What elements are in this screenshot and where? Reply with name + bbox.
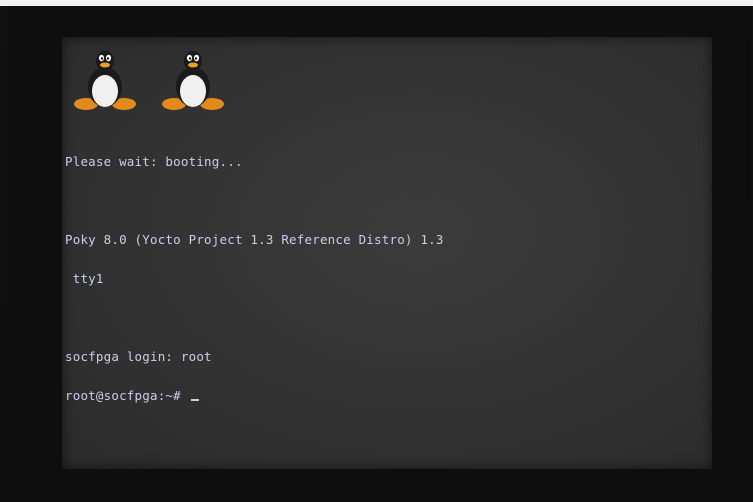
tux-penguin-icon [162, 51, 224, 110]
boot-logos [72, 49, 226, 115]
tty-name: tty1 [65, 271, 104, 286]
text-cursor [190, 399, 199, 401]
tux-penguin-icon [74, 51, 136, 110]
terminal-output[interactable]: Please wait: booting... Poky 8.0 (Yocto … [65, 129, 444, 428]
distro-banner: Poky 8.0 (Yocto Project 1.3 Reference Di… [65, 232, 444, 247]
console-screen[interactable]: Please wait: booting... Poky 8.0 (Yocto … [62, 37, 712, 469]
shell-prompt: root@socfpga:~# [65, 388, 189, 403]
boot-message: Please wait: booting... [65, 154, 243, 169]
command-prompt-line[interactable]: root@socfpga:~# [65, 389, 444, 402]
login-line: socfpga login: root [65, 349, 212, 364]
